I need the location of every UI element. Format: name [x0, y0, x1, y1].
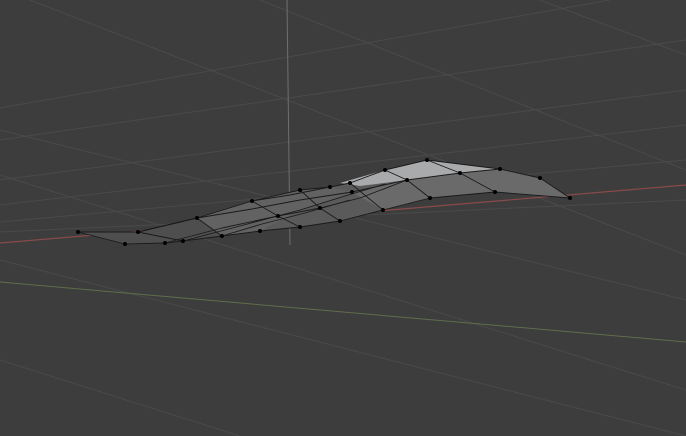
viewport-canvas[interactable]	[0, 0, 686, 436]
grid-line	[0, 259, 686, 436]
mesh-vertex[interactable]	[493, 190, 497, 194]
mesh-vertex[interactable]	[328, 185, 332, 189]
mesh-vertex[interactable]	[568, 196, 572, 200]
mesh-vertex[interactable]	[136, 230, 140, 234]
mesh-vertex[interactable]	[498, 167, 502, 171]
mesh-vertex[interactable]	[428, 196, 432, 200]
y-axis-line	[0, 281, 686, 343]
mesh-vertex[interactable]	[276, 214, 280, 218]
mesh-vertex[interactable]	[381, 208, 385, 212]
mesh-vertex[interactable]	[298, 188, 302, 192]
mesh-vertex[interactable]	[458, 171, 462, 175]
3d-viewport[interactable]	[0, 0, 686, 436]
grid-line	[259, 0, 686, 171]
mesh-vertex[interactable]	[318, 206, 322, 210]
grid-line	[539, 0, 686, 56]
mesh-vertex[interactable]	[405, 178, 409, 182]
grid-line	[0, 0, 611, 109]
grid-line	[0, 359, 241, 436]
mesh-vertex[interactable]	[538, 176, 542, 180]
mesh-vertex[interactable]	[123, 242, 127, 246]
mesh-vertex[interactable]	[383, 168, 387, 172]
mesh-vertex[interactable]	[163, 241, 167, 245]
mesh-vertex[interactable]	[350, 190, 354, 194]
mesh-vertex[interactable]	[250, 199, 254, 203]
grid-line	[0, 89, 686, 181]
mesh-vertex[interactable]	[76, 230, 80, 234]
mesh-vertex[interactable]	[181, 239, 185, 243]
mesh-vertex[interactable]	[348, 181, 352, 185]
mesh-vertex[interactable]	[195, 216, 199, 220]
mesh-vertex[interactable]	[338, 219, 342, 223]
mesh-vertex[interactable]	[425, 158, 429, 162]
mesh-vertex[interactable]	[298, 225, 302, 229]
mesh-vertex[interactable]	[220, 234, 224, 238]
axis-lines	[0, 0, 686, 343]
mesh-object[interactable]	[76, 158, 572, 246]
mesh-vertex[interactable]	[258, 229, 262, 233]
